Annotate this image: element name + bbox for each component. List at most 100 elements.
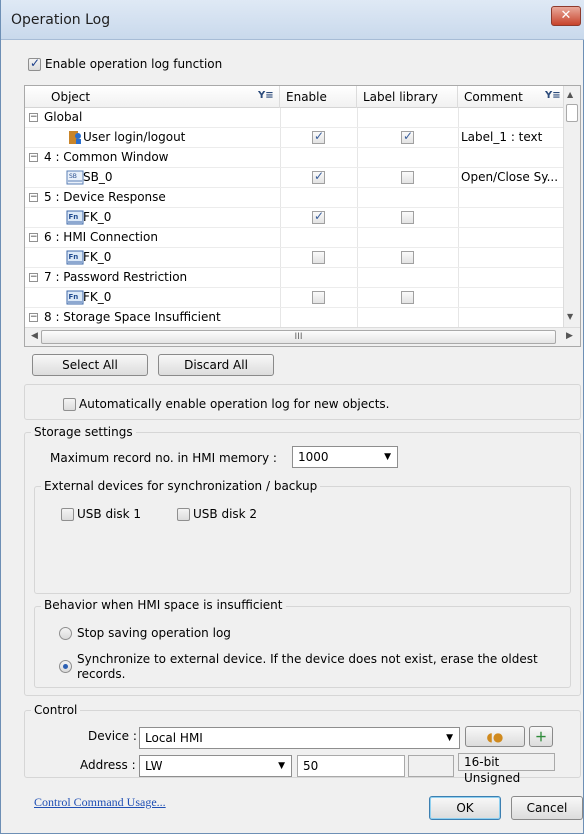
- chevron-down-icon: ▼: [446, 733, 453, 743]
- window-title: Operation Log: [11, 12, 111, 28]
- address-type-select[interactable]: LW ▼: [139, 755, 292, 777]
- usb1-checkbox[interactable]: [61, 508, 74, 521]
- hscroll-thumb[interactable]: III: [41, 330, 556, 344]
- comment-cell: Open/Close Sy...: [461, 170, 559, 184]
- group-label: 6 : HMI Connection: [44, 230, 158, 244]
- group-label: 5 : Device Response: [44, 190, 166, 204]
- discard-all-button[interactable]: Discard All: [158, 354, 274, 376]
- enable-checkbox[interactable]: [312, 129, 325, 144]
- label-library-checkbox[interactable]: [401, 129, 414, 144]
- collapse-icon[interactable]: −: [29, 273, 38, 282]
- comment-cell: Label_1 : text: [461, 130, 543, 144]
- chevron-down-icon: ▼: [278, 761, 285, 771]
- collapse-icon[interactable]: −: [29, 313, 38, 322]
- filter-icon[interactable]: Y≡: [258, 90, 274, 103]
- function-key-icon: Fn: [66, 290, 84, 305]
- data-format-display: 16-bit Unsigned: [458, 753, 555, 785]
- table-row[interactable]: Fn FK_0: [25, 248, 564, 268]
- group-row[interactable]: − Global: [25, 108, 564, 128]
- select-all-button[interactable]: Select All: [32, 354, 148, 376]
- external-devices-title: External devices for synchronization / b…: [41, 479, 321, 493]
- title-bar: Operation Log ✕: [1, 0, 584, 40]
- group-label: 7 : Password Restriction: [44, 270, 188, 284]
- enable-checkbox[interactable]: [312, 169, 325, 184]
- enable-checkbox[interactable]: [312, 291, 325, 304]
- horizontal-scrollbar[interactable]: ◀ III ▶: [25, 327, 580, 346]
- group-row[interactable]: −7 : Password Restriction: [25, 268, 564, 288]
- user-login-icon: [66, 130, 84, 145]
- collapse-icon[interactable]: −: [29, 233, 38, 242]
- col-label-library[interactable]: Label library: [357, 86, 458, 108]
- chevron-down-icon: ▼: [384, 452, 391, 462]
- auto-enable-checkbox[interactable]: [63, 398, 76, 411]
- synchronize-radio[interactable]: [59, 660, 72, 673]
- group-row[interactable]: −8 : Storage Space Insufficient: [25, 308, 564, 328]
- close-button[interactable]: ✕: [551, 6, 581, 26]
- svg-text:Fn: Fn: [69, 293, 79, 301]
- enable-checkbox[interactable]: [312, 209, 325, 224]
- label-library-checkbox[interactable]: [401, 171, 414, 184]
- table-row[interactable]: Fn FK_0: [25, 288, 564, 308]
- operation-log-dialog: Operation Log ✕ Enable operation log fun…: [0, 0, 584, 834]
- set-bit-icon: SB: [66, 170, 84, 185]
- control-command-usage-link[interactable]: Control Command Usage...: [34, 795, 166, 810]
- svg-text:SB: SB: [69, 173, 77, 180]
- function-key-icon: Fn: [66, 210, 84, 225]
- svg-text:Fn: Fn: [69, 213, 79, 221]
- enable-checkbox[interactable]: [312, 251, 325, 264]
- device-label: Device :: [88, 729, 137, 743]
- max-record-select[interactable]: 1000 ▼: [292, 446, 398, 468]
- scroll-thumb[interactable]: [566, 104, 578, 122]
- object-name: FK_0: [83, 250, 112, 264]
- filter-icon[interactable]: Y≡: [545, 90, 561, 103]
- object-name: FK_0: [83, 290, 112, 304]
- enable-log-label: Enable operation log function: [45, 57, 223, 71]
- vertical-scrollbar[interactable]: ▲ ▼: [563, 86, 580, 328]
- scroll-left-icon[interactable]: ◀: [31, 331, 38, 341]
- device-settings-icon: ◖●: [486, 730, 504, 744]
- svg-text:Fn: Fn: [69, 253, 79, 261]
- device-settings-button[interactable]: ◖●: [465, 726, 525, 747]
- add-device-button[interactable]: ＋: [529, 726, 553, 747]
- usb1-label: USB disk 1: [77, 507, 142, 521]
- group-label: 4 : Common Window: [44, 150, 169, 164]
- control-title: Control: [31, 703, 81, 717]
- address-input[interactable]: 50: [297, 755, 405, 777]
- label-library-checkbox[interactable]: [401, 251, 414, 264]
- label-library-checkbox[interactable]: [401, 291, 414, 304]
- stop-saving-radio[interactable]: [59, 627, 72, 640]
- grid-header: Object Y≡ Enable Label library Comment Y…: [25, 86, 564, 108]
- collapse-icon[interactable]: −: [29, 193, 38, 202]
- max-record-label: Maximum record no. in HMI memory :: [50, 451, 277, 465]
- group-label: 8 : Storage Space Insufficient: [44, 310, 221, 324]
- col-object[interactable]: Object: [25, 86, 280, 108]
- usb2-checkbox[interactable]: [177, 508, 190, 521]
- address-extra-box: [408, 755, 454, 777]
- group-row[interactable]: −5 : Device Response: [25, 188, 564, 208]
- cancel-button[interactable]: Cancel: [511, 796, 583, 820]
- synchronize-label-line2: records.: [77, 667, 126, 681]
- scroll-up-icon[interactable]: ▲: [567, 90, 573, 99]
- synchronize-label-line1: Synchronize to external device. If the d…: [77, 652, 538, 666]
- ok-button[interactable]: OK: [429, 796, 501, 820]
- group-row[interactable]: −4 : Common Window: [25, 148, 564, 168]
- object-name: FK_0: [83, 210, 112, 224]
- enable-log-checkbox[interactable]: [28, 56, 41, 71]
- col-enable[interactable]: Enable: [280, 86, 357, 108]
- table-row[interactable]: SB SB_0 Open/Close Sy...: [25, 168, 564, 188]
- label-library-checkbox[interactable]: [401, 211, 414, 224]
- stop-saving-label: Stop saving operation log: [77, 626, 231, 640]
- storage-settings-title: Storage settings: [31, 425, 136, 439]
- scroll-down-icon[interactable]: ▼: [567, 312, 573, 321]
- collapse-icon[interactable]: −: [29, 153, 38, 162]
- table-row[interactable]: Fn FK_0: [25, 208, 564, 228]
- table-row[interactable]: User login/logout Label_1 : text: [25, 128, 564, 148]
- collapse-icon[interactable]: −: [29, 113, 38, 122]
- group-label: Global: [44, 110, 83, 124]
- external-devices-group: [34, 486, 571, 594]
- device-select[interactable]: Local HMI ▼: [139, 727, 460, 749]
- group-row[interactable]: −6 : HMI Connection: [25, 228, 564, 248]
- scroll-right-icon[interactable]: ▶: [566, 331, 573, 341]
- object-name: SB_0: [83, 170, 113, 184]
- address-label: Address :: [80, 758, 136, 772]
